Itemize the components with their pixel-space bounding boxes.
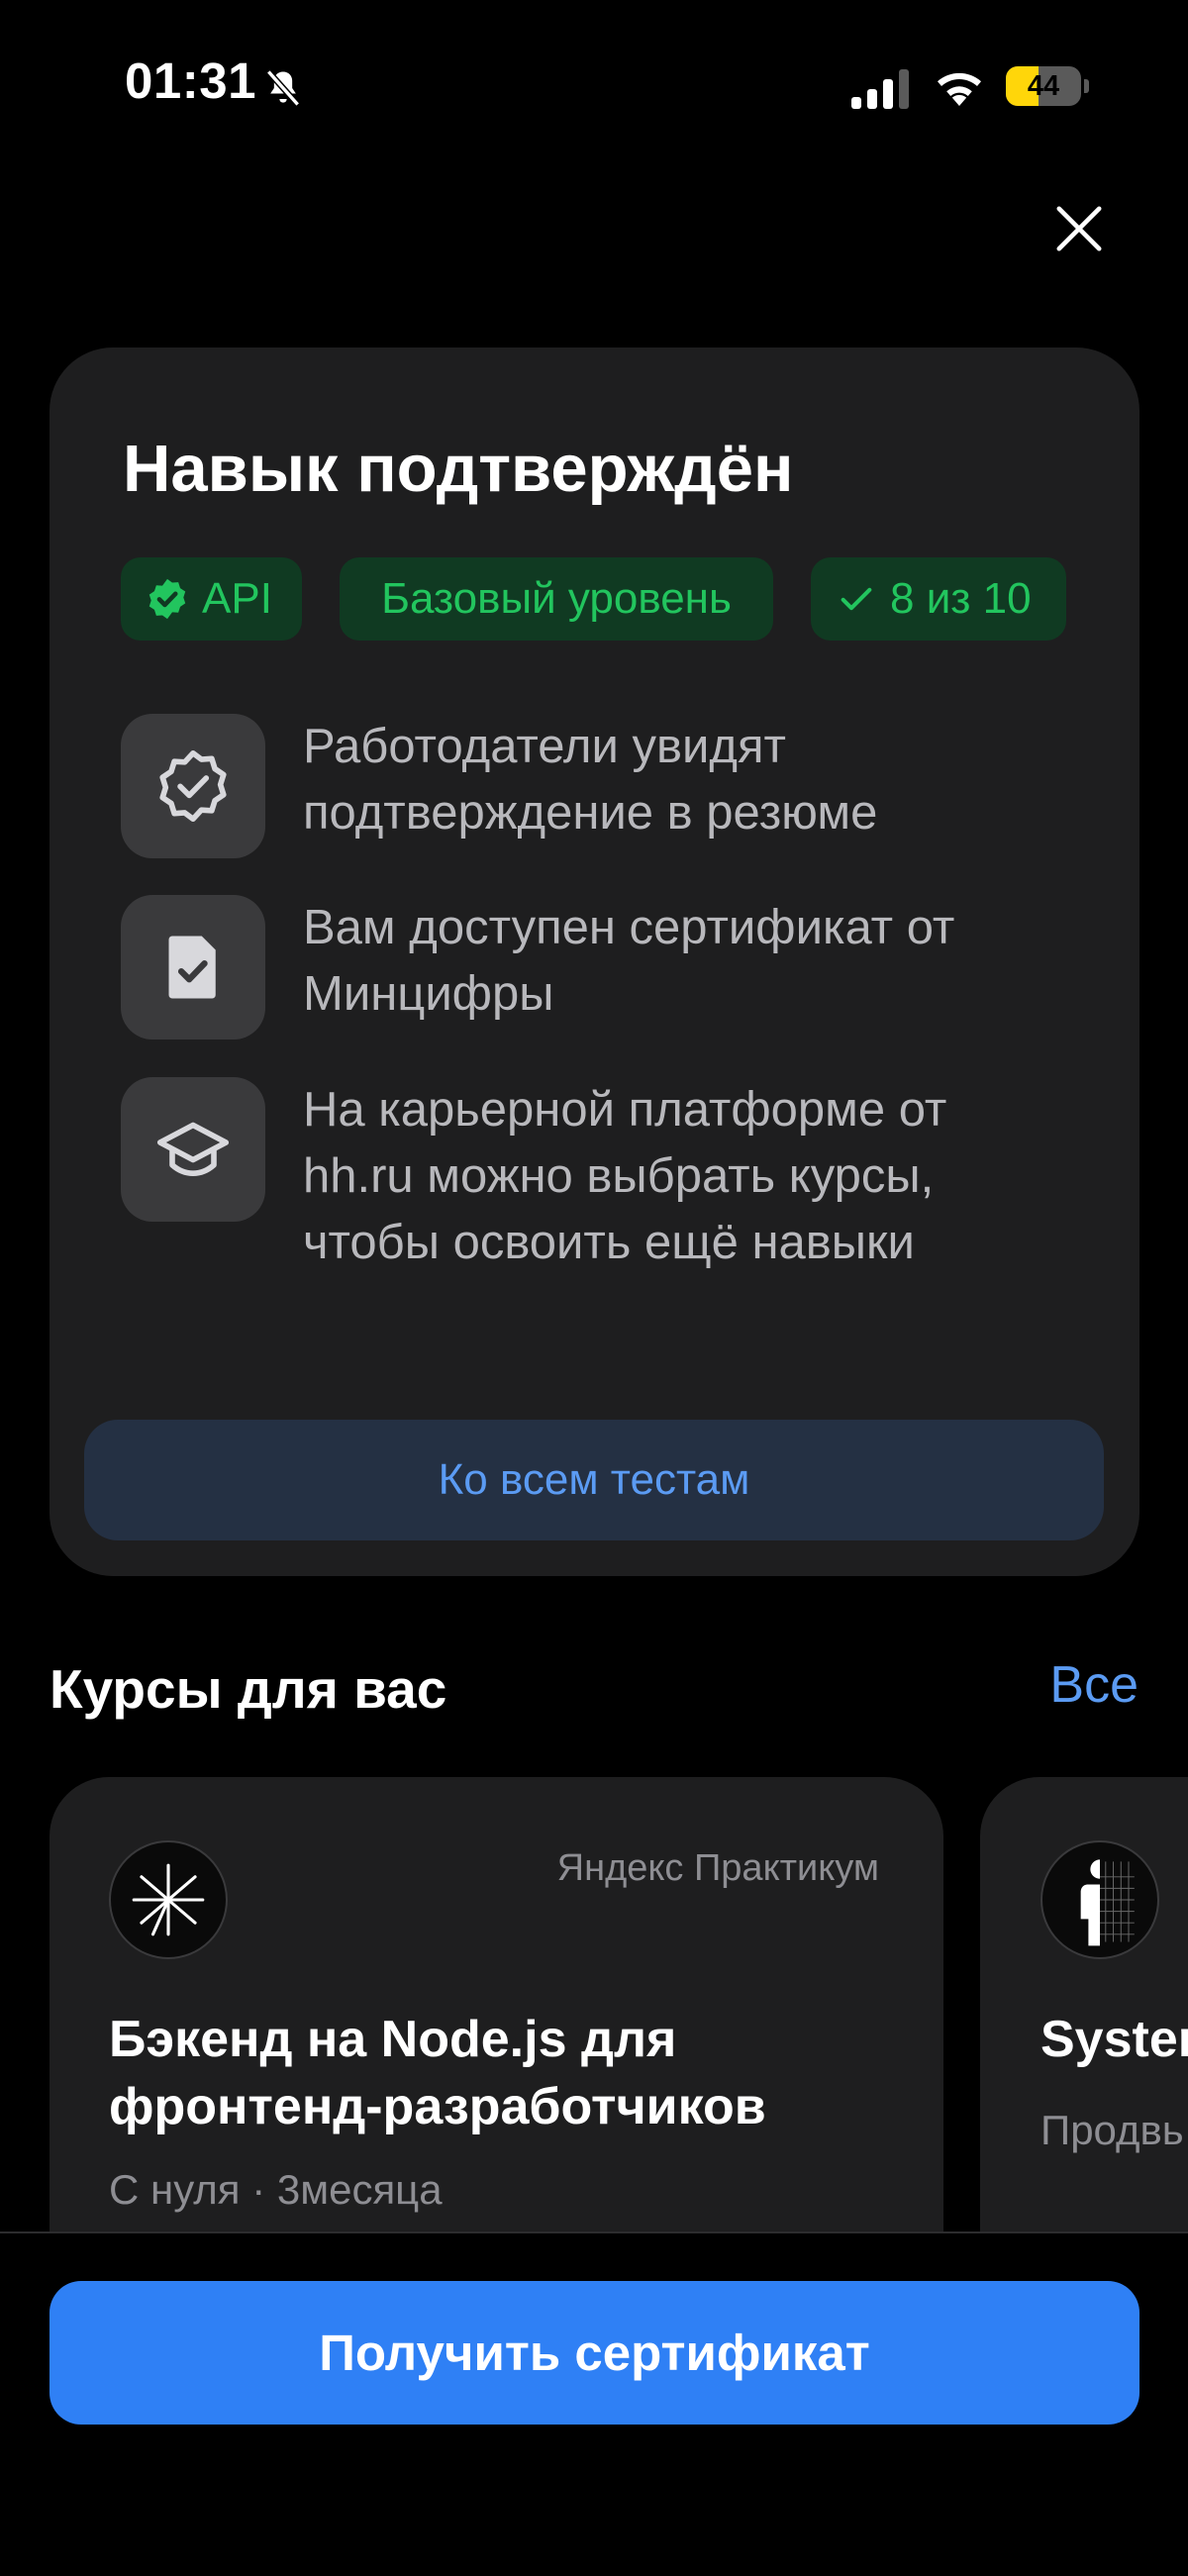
- level-chip: Базовый уровень: [340, 557, 773, 641]
- cellular-signal-icon: [851, 69, 909, 109]
- course-meta: С нуля · 3месяца: [109, 2166, 443, 2213]
- course-title: Бэкенд на Node.js для фронтенд-разработч…: [109, 2011, 766, 2135]
- skill-chip-label: API: [202, 574, 272, 623]
- yandex-practicum-logo: [109, 1840, 228, 1959]
- skill-chip: API: [121, 557, 302, 641]
- score-chip: 8 из 10: [811, 557, 1066, 641]
- certificate-document-icon: [121, 895, 265, 1040]
- all-tests-button[interactable]: Ко всем тестам: [84, 1420, 1104, 1540]
- person-wireframe-logo: [1040, 1840, 1159, 1959]
- card-title: Навык подтверждён: [123, 432, 794, 506]
- bell-muted-icon: [266, 69, 300, 107]
- close-icon[interactable]: [1052, 202, 1106, 255]
- graduation-cap-icon: [121, 1077, 265, 1222]
- battery-level: 44: [1027, 70, 1060, 102]
- verified-badge-icon: [121, 714, 265, 858]
- score-chip-label: 8 из 10: [890, 574, 1032, 623]
- course-title: Syster: [1040, 2011, 1188, 2068]
- wifi-icon: [938, 72, 981, 106]
- feature-text-resume: Работодатели увидят подтверждение в резю…: [303, 720, 878, 840]
- level-chip-label: Базовый уровень: [381, 574, 732, 623]
- verified-check-icon: [148, 578, 186, 620]
- get-certificate-button[interactable]: Получить сертификат: [50, 2281, 1139, 2425]
- feature-text-certificate: Вам доступен сертификат от Минцифры: [303, 901, 955, 1021]
- feature-text-courses: На карьерной платформе от hh.ru можно вы…: [303, 1083, 947, 1269]
- check-icon: [841, 587, 872, 611]
- see-all-courses-link[interactable]: Все: [1049, 1655, 1138, 1715]
- status-time: 01:31: [125, 52, 256, 109]
- course-provider: Яндекс Практикум: [556, 1847, 879, 1889]
- courses-section-title: Курсы для вас: [50, 1658, 447, 1720]
- battery-icon: 44: [1006, 66, 1089, 106]
- course-meta: Продвь: [1040, 2107, 1184, 2153]
- screen: 01:31 44 Навык подтверждён API Базовый у…: [0, 0, 1188, 2576]
